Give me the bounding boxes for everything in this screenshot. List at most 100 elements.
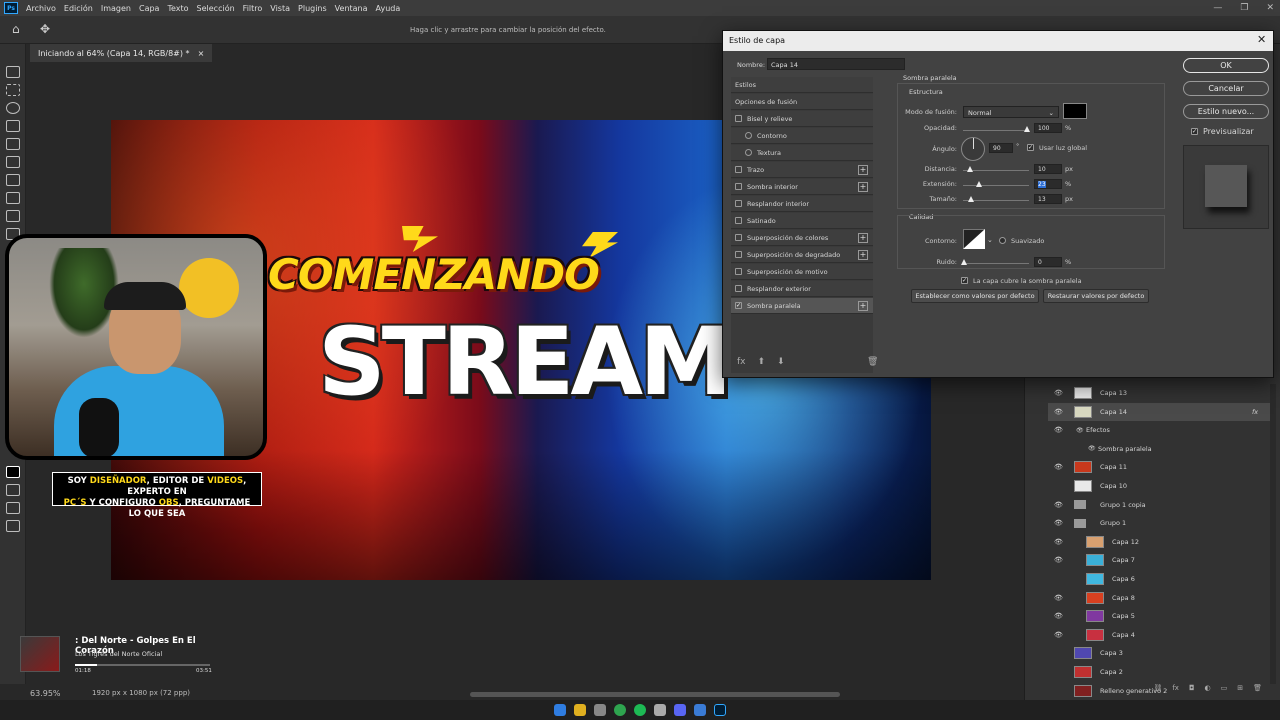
layer-row[interactable]: 👁 Grupo 1 copia	[1048, 496, 1270, 514]
style-checkbox[interactable]	[735, 115, 742, 122]
opacity-field[interactable]: 100	[1034, 123, 1062, 133]
style-item[interactable]: Contorno	[731, 128, 873, 144]
noise-slider[interactable]	[963, 263, 1029, 264]
style-item[interactable]: Sombra interior +	[731, 179, 873, 195]
dialog-close-icon[interactable]: ✕	[1257, 33, 1266, 46]
global-light-checkbox[interactable]: ✓	[1027, 144, 1034, 151]
visibility-eye-icon[interactable]: 👁	[1054, 556, 1064, 564]
move-icon[interactable]	[6, 66, 20, 78]
trash-icon[interactable]: 🗑	[867, 357, 878, 367]
layer-row[interactable]: 👁 Capa 11	[1048, 458, 1270, 476]
visibility-eye-icon[interactable]: 👁	[1054, 631, 1064, 639]
style-checkbox[interactable]	[735, 217, 742, 224]
visibility-eye-icon[interactable]: 👁	[1054, 594, 1064, 602]
windows-start-icon[interactable]	[554, 704, 566, 716]
menu-capa[interactable]: Capa	[135, 4, 163, 13]
visibility-eye-icon[interactable]: 👁	[1054, 408, 1064, 416]
size-knob[interactable]	[968, 196, 974, 202]
layers-scrollbar[interactable]	[1270, 384, 1276, 684]
edit-toolbar-icon[interactable]	[6, 520, 20, 532]
style-item[interactable]: Resplandor interior	[731, 196, 873, 212]
add-style-icon[interactable]: +	[858, 181, 868, 192]
spotify-icon[interactable]	[634, 704, 646, 716]
layer-row[interactable]: 👁 Capa 8	[1048, 589, 1270, 607]
close-window-icon[interactable]: ✕	[1266, 3, 1274, 13]
blend-mode-select[interactable]: Normal ⌄	[963, 106, 1059, 118]
frame-icon[interactable]	[6, 156, 20, 168]
anti-aliased-checkbox[interactable]	[999, 237, 1006, 244]
spread-slider[interactable]	[963, 185, 1029, 186]
add-style-icon[interactable]: +	[858, 249, 868, 260]
layer-row[interactable]: Capa 3	[1048, 644, 1270, 662]
spread-field[interactable]: 23	[1034, 179, 1062, 189]
menu-filtro[interactable]: Filtro	[239, 4, 267, 13]
horizontal-scrollbar[interactable]	[470, 692, 840, 697]
noise-knob[interactable]	[961, 259, 967, 265]
new-layer-icon[interactable]: ⊞	[1237, 684, 1243, 698]
visibility-eye-icon[interactable]: 👁	[1054, 501, 1064, 509]
layer-row[interactable]: 👁 Sombra paralela	[1048, 440, 1270, 458]
layer-row[interactable]: 👁 Capa 4	[1048, 626, 1270, 644]
add-style-icon[interactable]: +	[858, 232, 868, 243]
foreground-color-icon[interactable]	[6, 466, 20, 478]
marquee-icon[interactable]	[6, 84, 20, 96]
style-item[interactable]: Superposición de motivo	[731, 264, 873, 280]
delete-layer-icon[interactable]: 🗑	[1253, 684, 1262, 698]
spread-knob[interactable]	[976, 181, 982, 187]
photoshop-taskbar-icon[interactable]	[714, 704, 726, 716]
quick-mask-icon[interactable]	[6, 484, 20, 496]
close-tab-icon[interactable]: ×	[198, 49, 205, 58]
discord-icon[interactable]	[674, 704, 686, 716]
layer-row[interactable]: 👁 Capa 5	[1048, 607, 1270, 625]
minimize-icon[interactable]: —	[1213, 3, 1222, 13]
layer-row[interactable]: Capa 2	[1048, 663, 1270, 681]
ok-button[interactable]: OK	[1183, 58, 1269, 73]
layer-row[interactable]: 👁 Grupo 1	[1048, 514, 1270, 532]
style-checkbox[interactable]	[735, 268, 742, 275]
angle-field[interactable]: 90	[989, 143, 1013, 153]
eyedropper-icon[interactable]	[6, 174, 20, 186]
layer-row[interactable]: 👁 Capa 12	[1048, 533, 1270, 551]
mask-icon[interactable]: ◘	[1189, 684, 1195, 698]
healing-brush-icon[interactable]	[6, 192, 20, 204]
style-checkbox[interactable]	[735, 251, 742, 258]
preview-checkbox[interactable]: ✓	[1191, 128, 1198, 135]
home-icon[interactable]: ⌂	[12, 22, 20, 36]
lasso-icon[interactable]	[6, 102, 20, 114]
style-item[interactable]: Superposición de degradado +	[731, 247, 873, 263]
noise-field[interactable]: 0	[1034, 257, 1062, 267]
visibility-eye-icon[interactable]: 👁	[1054, 519, 1064, 527]
quick-select-icon[interactable]	[6, 120, 20, 132]
set-default-button[interactable]: Establecer como valores por defecto	[911, 289, 1039, 303]
layer-row[interactable]: 👁 👁 Efectos	[1048, 421, 1270, 439]
styles-header[interactable]: Estilos	[731, 77, 873, 93]
menu-imagen[interactable]: Imagen	[97, 4, 135, 13]
menu-ayuda[interactable]: Ayuda	[372, 4, 405, 13]
opacity-knob[interactable]	[1024, 126, 1030, 132]
menu-ventana[interactable]: Ventana	[331, 4, 372, 13]
layer-row[interactable]: Capa 10	[1048, 477, 1270, 495]
maximize-icon[interactable]: ❐	[1240, 3, 1248, 13]
menu-archivo[interactable]: Archivo	[22, 4, 60, 13]
visibility-eye-icon[interactable]: 👁	[1054, 612, 1064, 620]
style-item[interactable]: Textura	[731, 145, 873, 161]
style-item[interactable]: ✓ Sombra paralela +	[731, 298, 873, 314]
link-icon[interactable]: ⛓	[1153, 684, 1162, 698]
knockout-checkbox[interactable]: ✓	[961, 277, 968, 284]
visibility-eye-icon[interactable]: 👁	[1054, 389, 1064, 397]
style-item[interactable]: Trazo +	[731, 162, 873, 178]
style-item[interactable]: Superposición de colores +	[731, 230, 873, 246]
style-checkbox[interactable]	[735, 183, 742, 190]
fx-icon[interactable]: fx	[1172, 684, 1179, 698]
layer-row[interactable]: 👁 Capa 13	[1048, 384, 1270, 402]
style-item[interactable]: Satinado	[731, 213, 873, 229]
style-item[interactable]: Bisel y relieve	[731, 111, 873, 127]
style-item[interactable]: Resplandor exterior	[731, 281, 873, 297]
layer-row[interactable]: 👁 Capa 7	[1048, 551, 1270, 569]
layer-row[interactable]: Capa 6	[1048, 570, 1270, 588]
app-icon[interactable]	[694, 704, 706, 716]
new-style-button[interactable]: Estilo nuevo...	[1183, 104, 1269, 119]
visibility-eye-icon[interactable]: 👁	[1054, 463, 1064, 471]
add-style-icon[interactable]: +	[858, 300, 868, 311]
style-checkbox[interactable]	[745, 132, 752, 139]
